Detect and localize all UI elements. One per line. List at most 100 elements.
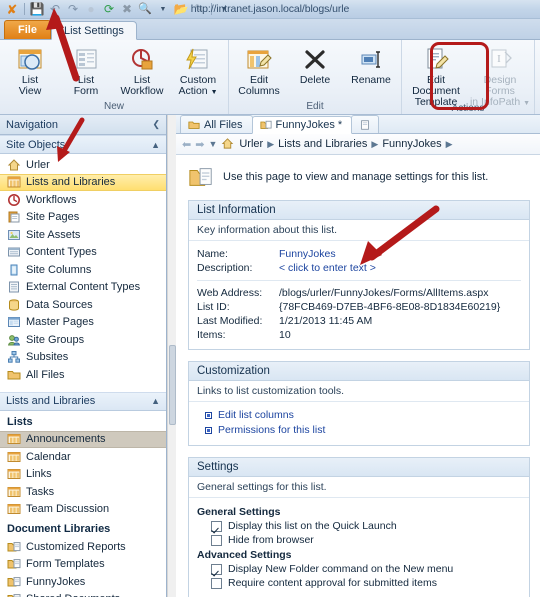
list-item-team-discussion[interactable]: Team Discussion xyxy=(0,501,166,519)
quick-access-toolbar[interactable]: ✘ 💾 ↶ ↷ ● ⟳ ✖ 🔍 ▼ 📂 ✎ ▼ xyxy=(4,1,232,17)
left-sidebar: Navigation ❮ Site Objects ▲ Urler Lists … xyxy=(0,115,167,597)
edit-document-template-button[interactable]: Edit Document Template xyxy=(404,43,468,110)
sidebar-item-site-pages[interactable]: Site Pages xyxy=(0,209,166,227)
option-hide-from-browser[interactable]: Hide from browser xyxy=(197,533,521,547)
list-item-announcements[interactable]: Announcements xyxy=(0,430,166,448)
list-icon xyxy=(7,432,21,446)
refresh-icon[interactable]: ⟳ xyxy=(101,1,117,17)
app-icon[interactable]: ✘ xyxy=(4,1,20,17)
tab-list-settings[interactable]: List Settings xyxy=(50,21,137,40)
custom-action-label-2: Action ▼ xyxy=(178,85,218,97)
list-view-label-2: View xyxy=(18,85,42,97)
tab-funnyjokes[interactable]: FunnyJokes * xyxy=(251,116,353,134)
external-content-icon xyxy=(7,280,21,294)
edit-columns-button[interactable]: Edit Columns xyxy=(231,43,287,99)
field-items: Items: 10 xyxy=(197,328,521,342)
list-item-links[interactable]: Links xyxy=(0,466,166,484)
library-item-funnyjokes[interactable]: FunnyJokes xyxy=(0,573,166,591)
list-form-button[interactable]: List Form xyxy=(58,43,114,99)
sidebar-item-data-sources[interactable]: Data Sources xyxy=(0,296,166,314)
delete-button[interactable]: Delete xyxy=(287,43,343,88)
open-folder-icon[interactable]: 📂 xyxy=(173,1,189,17)
collapse-navigation-icon[interactable]: ❮ xyxy=(152,119,160,130)
checkbox-icon[interactable] xyxy=(211,577,222,589)
breadcrumb-item-lists-and-libraries[interactable]: Lists and Libraries xyxy=(278,138,367,150)
list-view-button[interactable]: List View xyxy=(2,43,58,99)
checkbox-icon[interactable] xyxy=(211,520,222,532)
customize-qat-icon[interactable]: ▼ xyxy=(216,1,232,17)
checkbox-icon[interactable] xyxy=(211,534,222,546)
link-label: Edit list columns xyxy=(218,409,294,421)
main-body: Navigation ❮ Site Objects ▲ Urler Lists … xyxy=(0,115,540,597)
option-display-on-quick-launch[interactable]: Display this list on the Quick Launch xyxy=(197,519,521,533)
sidebar-scrollbar[interactable] xyxy=(167,115,176,597)
undo-icon[interactable]: ↶ xyxy=(47,1,63,17)
spelling-icon[interactable]: ✎ xyxy=(191,1,207,17)
field-value[interactable]: FunnyJokes xyxy=(279,247,336,261)
library-item-label: Customized Reports xyxy=(26,540,126,553)
cancel-icon[interactable]: ✖ xyxy=(119,1,135,17)
sidebar-item-site-assets[interactable]: Site Assets xyxy=(0,226,166,244)
sidebar-item-urler[interactable]: Urler xyxy=(0,156,166,174)
custom-action-caret-icon[interactable]: ▼ xyxy=(211,89,218,96)
asset-icon xyxy=(7,228,21,242)
field-value[interactable]: < click to enter text > xyxy=(279,261,376,275)
option-display-new-folder-command[interactable]: Display New Folder command on the New me… xyxy=(197,562,521,576)
option-label: Display this list on the Quick Launch xyxy=(228,520,397,532)
rename-button[interactable]: Rename xyxy=(343,43,399,88)
edit-document-template-icon xyxy=(422,45,450,75)
site-objects-header[interactable]: Site Objects ▲ xyxy=(0,135,166,154)
sidebar-item-site-groups[interactable]: Site Groups xyxy=(0,331,166,349)
sidebar-item-external-content-types[interactable]: External Content Types xyxy=(0,279,166,297)
preview-icon[interactable]: 🔍 xyxy=(137,1,153,17)
tab-all-files[interactable]: All Files xyxy=(180,115,253,133)
page-icon xyxy=(7,210,21,224)
chevron-up-icon[interactable]: ▲ xyxy=(151,396,160,406)
option-require-content-approval[interactable]: Require content approval for submitted i… xyxy=(197,576,521,590)
preview-dropdown-caret-icon[interactable]: ▼ xyxy=(155,1,171,17)
list-workflow-icon xyxy=(128,45,156,75)
tab-new-page[interactable] xyxy=(351,115,380,133)
checkbox-icon[interactable] xyxy=(211,563,222,575)
list-settings-icon xyxy=(188,164,214,190)
library-item-customized-reports[interactable]: Customized Reports xyxy=(0,538,166,556)
list-item-tasks[interactable]: Tasks xyxy=(0,483,166,501)
permissions-for-this-list-link[interactable]: Permissions for this list xyxy=(197,423,521,438)
list-form-label-2: Form xyxy=(73,85,99,97)
breadcrumb-item-funnyjokes[interactable]: FunnyJokes xyxy=(382,138,441,150)
sidebar-item-subsites[interactable]: Subsites xyxy=(0,349,166,367)
custom-action-button[interactable]: Custom Action ▼ xyxy=(170,43,226,100)
sidebar-item-content-types[interactable]: Content Types xyxy=(0,244,166,262)
library-item-shared-documents[interactable]: Shared Documents xyxy=(0,591,166,597)
stop-icon[interactable]: ● xyxy=(83,1,99,17)
list-settings-icon xyxy=(259,119,272,131)
chevron-up-icon[interactable]: ▲ xyxy=(151,140,160,150)
ribbon-group-manage: Preview in Browser ▼ Administration Web … xyxy=(535,40,540,114)
library-item-label: FunnyJokes xyxy=(26,575,86,588)
field-divider xyxy=(197,280,521,281)
back-icon[interactable]: ⬅ xyxy=(182,138,191,151)
lists-and-libraries-header[interactable]: Lists and Libraries ▲ xyxy=(0,391,166,411)
history-dropdown-icon[interactable]: ▼ xyxy=(208,139,217,149)
title-bar: ✘ 💾 ↶ ↷ ● ⟳ ✖ 🔍 ▼ 📂 ✎ ▼ http://intranet.… xyxy=(0,0,540,19)
edit-list-columns-link[interactable]: Edit list columns xyxy=(197,408,521,423)
breadcrumb-item-urler[interactable]: Urler xyxy=(239,138,263,150)
sidebar-item-workflows[interactable]: Workflows xyxy=(0,191,166,209)
sidebar-item-lists-and-libraries[interactable]: Lists and Libraries xyxy=(0,173,166,191)
library-item-form-templates[interactable]: Form Templates xyxy=(0,556,166,574)
sidebar-scrollbar-thumb[interactable] xyxy=(169,345,176,425)
redo-icon[interactable]: ↷ xyxy=(65,1,81,17)
ribbon-group-new-label: New xyxy=(103,101,124,112)
list-item-calendar[interactable]: Calendar xyxy=(0,448,166,466)
save-icon[interactable]: 💾 xyxy=(29,1,45,17)
sidebar-item-all-files[interactable]: All Files xyxy=(0,366,166,384)
list-workflow-button[interactable]: List Workflow xyxy=(114,43,170,99)
sidebar-item-site-columns[interactable]: Site Columns xyxy=(0,261,166,279)
page-icon xyxy=(359,119,371,131)
data-source-icon xyxy=(7,298,21,312)
sidebar-item-master-pages[interactable]: Master Pages xyxy=(0,314,166,332)
ribbon-group-actions-label: Actions xyxy=(451,103,485,114)
tab-file[interactable]: File xyxy=(4,20,51,39)
subsite-icon xyxy=(7,350,21,364)
forward-icon[interactable]: ➡ xyxy=(195,138,204,151)
